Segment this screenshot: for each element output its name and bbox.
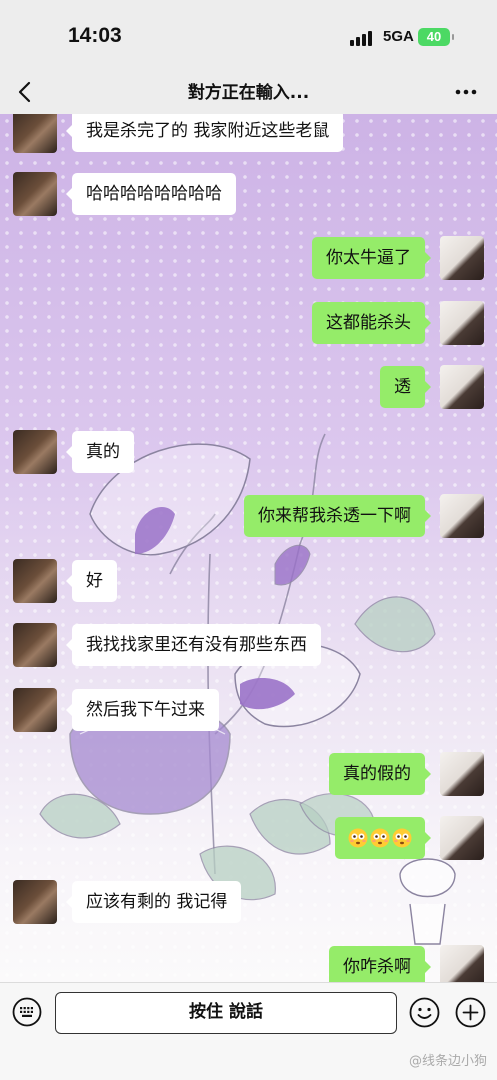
self-avatar[interactable] — [440, 365, 484, 409]
message-bubble[interactable]: 真的 — [66, 431, 134, 473]
chat-title: 對方正在輸入... — [187, 83, 310, 103]
message-bubble[interactable] — [335, 817, 431, 859]
message-bubble[interactable]: 你太牛逼了 — [312, 237, 431, 279]
input-bar: 按住 說話 @线条边小狗 — [0, 982, 497, 1080]
self-avatar[interactable] — [440, 752, 484, 796]
keyboard-icon[interactable] — [12, 997, 42, 1027]
message-bubble[interactable]: 你咋杀啊 — [329, 946, 431, 982]
emoji-icon[interactable] — [409, 997, 440, 1028]
message-bubble[interactable]: 应该有剩的 我记得 — [65, 881, 242, 923]
self-avatar[interactable] — [440, 301, 484, 345]
status-bar: 14:03 5GA 40 — [0, 0, 497, 70]
battery-icon: 40 — [418, 28, 454, 46]
plus-icon[interactable] — [455, 997, 486, 1028]
flushed-face-icon — [392, 828, 412, 848]
message-bubble[interactable]: 哈哈哈哈哈哈哈哈 — [66, 173, 236, 215]
contact-avatar[interactable] — [13, 172, 57, 216]
flushed-face-icon — [370, 828, 390, 848]
chat-area[interactable]: 我是杀完了的 我家附近这些老鼠 哈哈哈哈哈哈哈哈 你太牛逼了 这都能杀头 透 真… — [0, 114, 497, 982]
self-avatar[interactable] — [440, 494, 484, 538]
message-bubble[interactable]: 好 — [66, 560, 117, 602]
contact-avatar[interactable] — [13, 430, 57, 474]
more-icon[interactable] — [455, 83, 477, 101]
message-bubble[interactable]: 真的假的 — [329, 753, 431, 795]
message-bubble[interactable]: 透 — [380, 366, 431, 408]
contact-avatar[interactable] — [13, 114, 57, 153]
contact-avatar[interactable] — [13, 623, 57, 667]
message-bubble[interactable]: 我是杀完了的 我家附近这些老鼠 — [65, 114, 344, 152]
battery-level: 40 — [426, 29, 442, 44]
message-bubble[interactable]: 我找找家里还有没有那些东西 — [66, 624, 321, 666]
message-bubble[interactable]: 然后我下午过来 — [66, 689, 219, 731]
hold-to-talk-button[interactable]: 按住 說話 — [55, 992, 397, 1034]
contact-avatar[interactable] — [13, 880, 57, 924]
message-bubble[interactable]: 这都能杀头 — [312, 302, 431, 344]
nav-bar: 對方正在輸入... — [0, 70, 497, 114]
message-bubble[interactable]: 你来帮我杀透一下啊 — [244, 495, 431, 537]
signal-icon — [350, 30, 376, 46]
network-label: 5GA — [383, 28, 414, 45]
status-time: 14:03 — [68, 24, 122, 47]
flushed-face-icon — [348, 828, 368, 848]
contact-avatar[interactable] — [13, 559, 57, 603]
self-avatar[interactable] — [440, 945, 484, 982]
self-avatar[interactable] — [440, 816, 484, 860]
watermark: @线条边小狗 — [408, 1054, 487, 1069]
contact-avatar[interactable] — [13, 688, 57, 732]
self-avatar[interactable] — [440, 236, 484, 280]
